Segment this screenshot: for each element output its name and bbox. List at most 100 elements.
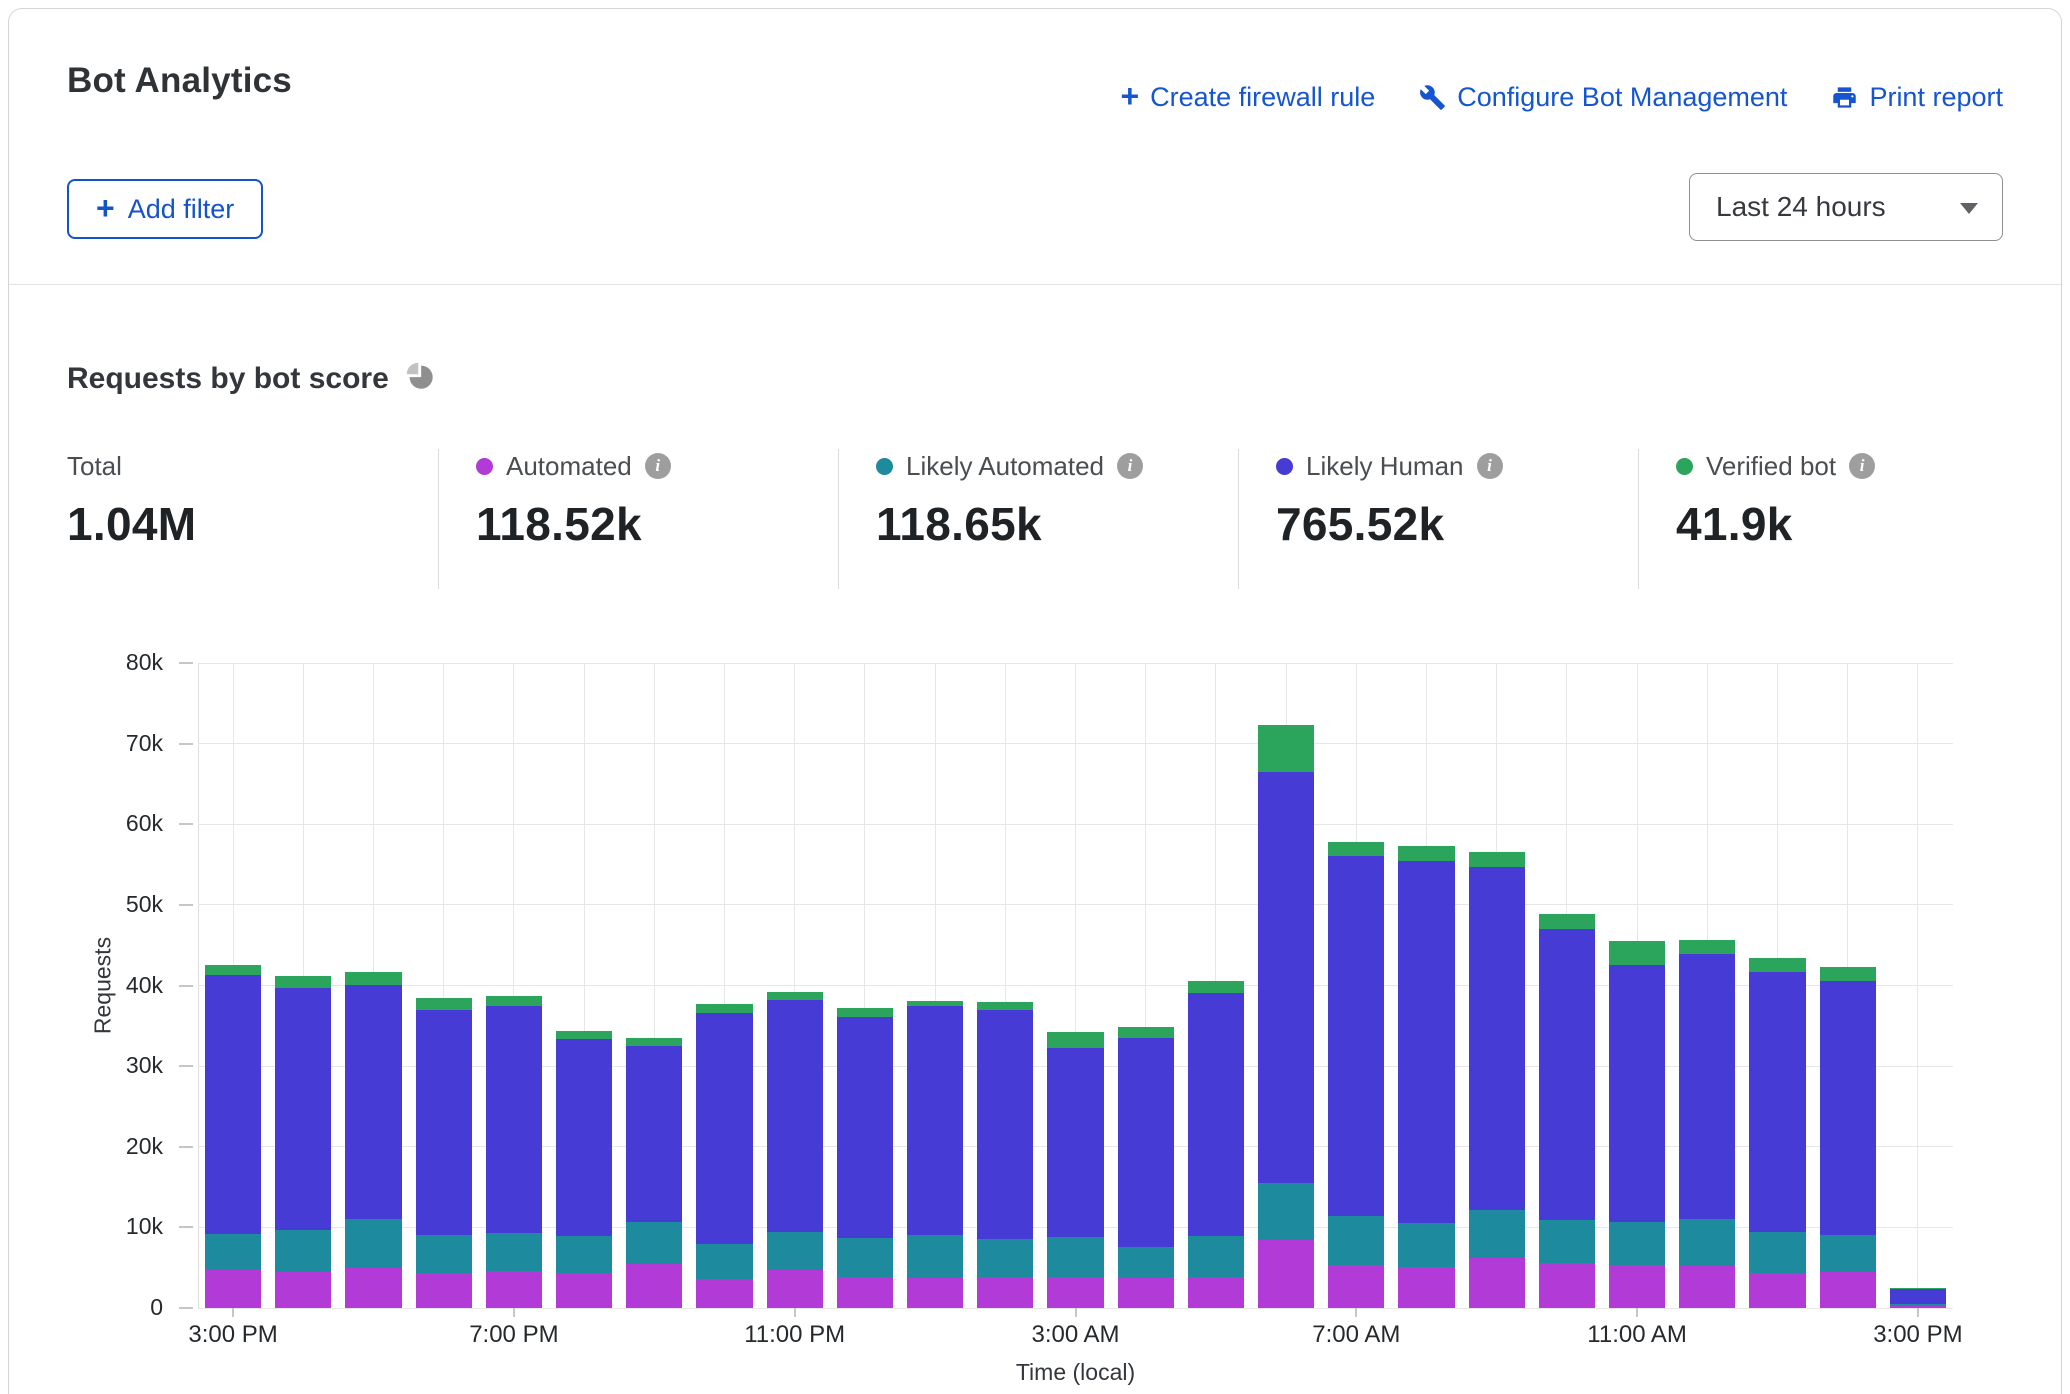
bar-segment-likely-automated[interactable] — [1539, 1220, 1595, 1263]
bar-segment-likely-automated[interactable] — [556, 1236, 612, 1272]
bar-segment-verified-bot[interactable] — [205, 965, 261, 975]
bar-segment-likely-human[interactable] — [767, 1000, 823, 1232]
bar-segment-automated[interactable] — [1679, 1266, 1735, 1308]
bar-segment-likely-automated[interactable] — [1188, 1236, 1244, 1276]
bar-segment-automated[interactable] — [907, 1278, 963, 1308]
bar-segment-likely-automated[interactable] — [1609, 1222, 1665, 1266]
bar-segment-automated[interactable] — [275, 1272, 331, 1308]
bar-segment-verified-bot[interactable] — [345, 972, 401, 985]
bar-segment-automated[interactable] — [345, 1268, 401, 1308]
bar-segment-likely-human[interactable] — [1258, 772, 1314, 1183]
bar-segment-likely-human[interactable] — [696, 1013, 752, 1244]
info-icon[interactable]: i — [645, 453, 671, 479]
bar-segment-likely-automated[interactable] — [1749, 1232, 1805, 1272]
bar-segment-automated[interactable] — [837, 1277, 893, 1308]
bar-segment-verified-bot[interactable] — [1469, 852, 1525, 867]
bar-segment-verified-bot[interactable] — [1398, 846, 1454, 861]
bar-segment-likely-automated[interactable] — [1890, 1304, 1946, 1306]
bar-segment-likely-automated[interactable] — [486, 1233, 542, 1271]
bar-segment-likely-human[interactable] — [416, 1010, 472, 1236]
bar-segment-verified-bot[interactable] — [275, 976, 331, 988]
print-report-link[interactable]: Print report — [1831, 82, 2003, 113]
bar-segment-likely-human[interactable] — [1328, 856, 1384, 1216]
bar-segment-likely-automated[interactable] — [1328, 1216, 1384, 1265]
bar-segment-likely-human[interactable] — [205, 975, 261, 1234]
bar-segment-likely-automated[interactable] — [416, 1235, 472, 1273]
bar-segment-automated[interactable] — [416, 1273, 472, 1308]
bar-segment-automated[interactable] — [1328, 1265, 1384, 1308]
bar-segment-likely-human[interactable] — [1609, 965, 1665, 1221]
bar-segment-verified-bot[interactable] — [767, 992, 823, 1000]
bar-segment-likely-automated[interactable] — [977, 1239, 1033, 1277]
bar-segment-verified-bot[interactable] — [1749, 958, 1805, 972]
bar-segment-likely-automated[interactable] — [907, 1235, 963, 1278]
bar-segment-likely-human[interactable] — [345, 985, 401, 1220]
bar-segment-likely-human[interactable] — [1890, 1289, 1946, 1304]
bar-segment-automated[interactable] — [486, 1271, 542, 1308]
bar-segment-likely-automated[interactable] — [205, 1234, 261, 1270]
bar-segment-likely-human[interactable] — [1047, 1048, 1103, 1237]
bar-segment-verified-bot[interactable] — [416, 998, 472, 1009]
bar-segment-likely-human[interactable] — [1188, 993, 1244, 1236]
bar-segment-likely-human[interactable] — [275, 988, 331, 1230]
bar-segment-verified-bot[interactable] — [626, 1038, 682, 1046]
bar-segment-likely-human[interactable] — [1679, 954, 1735, 1218]
bar-segment-likely-automated[interactable] — [696, 1244, 752, 1279]
bar-segment-likely-automated[interactable] — [837, 1238, 893, 1277]
bar-segment-verified-bot[interactable] — [1118, 1027, 1174, 1037]
bar-segment-verified-bot[interactable] — [1188, 981, 1244, 993]
info-icon[interactable]: i — [1117, 453, 1143, 479]
bar-segment-verified-bot[interactable] — [556, 1031, 612, 1038]
bar-segment-likely-human[interactable] — [1469, 867, 1525, 1210]
bar-segment-verified-bot[interactable] — [1609, 941, 1665, 965]
bar-segment-likely-human[interactable] — [1820, 981, 1876, 1235]
bar-segment-likely-human[interactable] — [977, 1010, 1033, 1239]
bar-segment-likely-human[interactable] — [1118, 1038, 1174, 1247]
create-firewall-rule-link[interactable]: + Create firewall rule — [1120, 81, 1375, 113]
bar-segment-likely-automated[interactable] — [626, 1222, 682, 1265]
bar-segment-automated[interactable] — [1539, 1263, 1595, 1308]
bar-segment-automated[interactable] — [696, 1279, 752, 1308]
bar-segment-automated[interactable] — [1118, 1278, 1174, 1308]
bar-segment-automated[interactable] — [1820, 1272, 1876, 1308]
info-icon[interactable]: i — [1477, 453, 1503, 479]
bar-segment-likely-automated[interactable] — [1398, 1223, 1454, 1267]
bar-segment-likely-automated[interactable] — [767, 1232, 823, 1270]
bar-segment-verified-bot[interactable] — [486, 996, 542, 1006]
bar-segment-verified-bot[interactable] — [1539, 914, 1595, 929]
bar-segment-likely-human[interactable] — [486, 1006, 542, 1233]
bar-segment-automated[interactable] — [556, 1273, 612, 1308]
bar-segment-automated[interactable] — [1258, 1240, 1314, 1308]
bar-segment-verified-bot[interactable] — [1328, 842, 1384, 856]
time-range-select[interactable]: Last 24 hours — [1689, 173, 2003, 241]
bar-segment-likely-automated[interactable] — [1047, 1237, 1103, 1277]
add-filter-button[interactable]: + Add filter — [67, 179, 263, 239]
bar-segment-automated[interactable] — [1609, 1265, 1665, 1308]
bar-segment-verified-bot[interactable] — [1679, 940, 1735, 955]
bar-segment-likely-human[interactable] — [1749, 972, 1805, 1232]
configure-bot-management-link[interactable]: Configure Bot Management — [1419, 82, 1787, 113]
bar-segment-likely-human[interactable] — [1398, 861, 1454, 1223]
bar-segment-verified-bot[interactable] — [1820, 967, 1876, 982]
bar-segment-verified-bot[interactable] — [907, 1001, 963, 1007]
bar-segment-automated[interactable] — [626, 1264, 682, 1308]
bar-segment-verified-bot[interactable] — [1890, 1288, 1946, 1290]
bar-segment-likely-automated[interactable] — [1118, 1247, 1174, 1278]
bar-segment-automated[interactable] — [1469, 1258, 1525, 1308]
bar-segment-likely-automated[interactable] — [1258, 1183, 1314, 1240]
bar-segment-automated[interactable] — [1188, 1277, 1244, 1308]
bar-segment-likely-automated[interactable] — [1820, 1235, 1876, 1271]
bar-segment-verified-bot[interactable] — [1047, 1032, 1103, 1048]
bar-segment-likely-human[interactable] — [837, 1017, 893, 1238]
bar-segment-verified-bot[interactable] — [837, 1008, 893, 1017]
bar-segment-automated[interactable] — [1398, 1267, 1454, 1308]
bar-segment-automated[interactable] — [205, 1270, 261, 1308]
bar-segment-likely-automated[interactable] — [275, 1230, 331, 1272]
bar-segment-likely-human[interactable] — [626, 1046, 682, 1222]
bar-segment-verified-bot[interactable] — [696, 1004, 752, 1013]
bar-segment-likely-automated[interactable] — [345, 1219, 401, 1267]
bar-segment-likely-human[interactable] — [907, 1006, 963, 1235]
bar-segment-verified-bot[interactable] — [977, 1002, 1033, 1010]
info-icon[interactable]: i — [1849, 453, 1875, 479]
bar-segment-likely-automated[interactable] — [1469, 1210, 1525, 1258]
